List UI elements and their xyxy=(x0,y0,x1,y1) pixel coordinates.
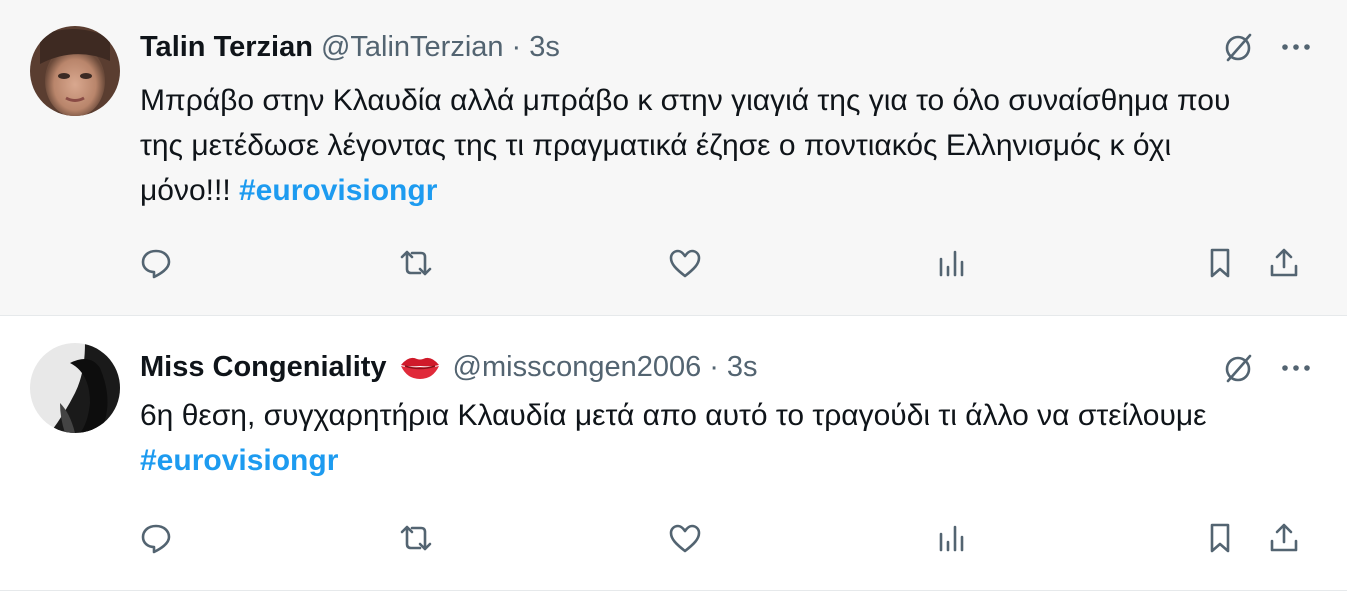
tweet[interactable]: Talin Terzian @TalinTerzian · 3s Μπράβο … xyxy=(0,0,1347,316)
tweet-header: Miss Congeniality @misscongen2006 · 3s xyxy=(140,345,758,389)
reply-icon[interactable] xyxy=(138,520,174,556)
more-icon[interactable] xyxy=(1281,42,1311,52)
tweet-text: 6η θεση, συγχαρητήρια Κλαυδία μετά απο α… xyxy=(140,393,1260,483)
share-icon[interactable] xyxy=(1266,520,1302,556)
separator: · xyxy=(709,350,719,383)
tweet-actions xyxy=(138,520,1318,560)
avatar[interactable] xyxy=(30,26,120,116)
more-icon[interactable] xyxy=(1281,363,1311,373)
tweet-top-actions xyxy=(1221,30,1311,64)
timeline-feed: Talin Terzian @TalinTerzian · 3s Μπράβο … xyxy=(0,0,1347,593)
author-name[interactable]: Talin Terzian xyxy=(140,31,313,64)
grok-icon[interactable] xyxy=(1221,351,1255,385)
timestamp[interactable]: 3s xyxy=(529,31,560,64)
avatar[interactable] xyxy=(30,343,120,433)
like-icon[interactable] xyxy=(666,520,704,556)
views-icon[interactable] xyxy=(934,520,968,556)
tweet-top-actions xyxy=(1221,351,1311,385)
author-handle[interactable]: @TalinTerzian xyxy=(321,31,504,64)
tweet-body: 6η θεση, συγχαρητήρια Κλαυδία μετά απο α… xyxy=(140,399,1207,432)
author-name[interactable]: Miss Congeniality xyxy=(140,351,387,384)
like-icon[interactable] xyxy=(666,245,704,281)
views-icon[interactable] xyxy=(934,245,968,281)
grok-icon[interactable] xyxy=(1221,30,1255,64)
share-icon[interactable] xyxy=(1266,245,1302,281)
hashtag-link[interactable]: #eurovisiongr xyxy=(140,444,338,477)
retweet-icon[interactable] xyxy=(396,245,436,281)
author-handle[interactable]: @misscongen2006 xyxy=(453,351,702,384)
retweet-icon[interactable] xyxy=(396,520,436,556)
tweet-text: Μπράβο στην Κλαυδία αλλά μπράβο κ στην γ… xyxy=(140,78,1260,213)
tweet-header: Talin Terzian @TalinTerzian · 3s xyxy=(140,25,560,69)
tweet[interactable]: Miss Congeniality @misscongen2006 · 3s 6… xyxy=(0,317,1347,591)
bookmark-icon[interactable] xyxy=(1204,520,1236,556)
reply-icon[interactable] xyxy=(138,245,174,281)
tweet-actions xyxy=(138,245,1318,285)
timestamp[interactable]: 3s xyxy=(727,351,758,384)
bookmark-icon[interactable] xyxy=(1204,245,1236,281)
separator: · xyxy=(511,30,522,63)
hashtag-link[interactable]: #eurovisiongr xyxy=(239,174,437,207)
lips-icon xyxy=(399,353,441,381)
